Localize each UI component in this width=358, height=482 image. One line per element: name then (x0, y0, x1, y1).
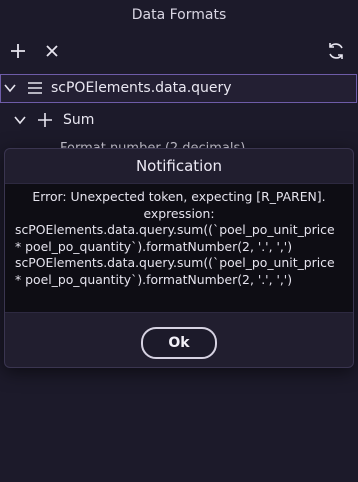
error-message-line: * poel_po_quantity`).formatNumber(2, '.'… (15, 238, 293, 254)
notification-dialog: Notification Error: Unexpected token, ex… (4, 148, 354, 368)
tree-item-root-label: scPOElements.data.query (51, 80, 232, 96)
error-message-line: expression: (143, 205, 215, 221)
window-title: Data Formats (131, 7, 227, 23)
window-title-bar: Data Formats (0, 0, 358, 30)
refresh-button[interactable] (324, 39, 348, 63)
error-message-line: scPOElements.data.query.sum((`poel_po_un… (15, 255, 335, 271)
plus-icon (37, 112, 53, 128)
ok-button[interactable]: Ok (141, 327, 217, 359)
close-icon (46, 45, 58, 57)
dialog-message: Error: Unexpected token, expecting [R_PA… (5, 183, 353, 313)
add-button[interactable] (6, 39, 30, 63)
tree-item-sum-label: Sum (63, 112, 95, 128)
list-icon (27, 81, 43, 95)
plus-icon (11, 44, 25, 58)
refresh-icon (329, 43, 343, 59)
error-message-line: scPOElements.data.query.sum((`poel_po_un… (15, 222, 335, 238)
error-message-line: * poel_po_quantity`).formatNumber(2, '.'… (15, 271, 293, 287)
error-message-line: Error: Unexpected token, expecting [R_PA… (32, 189, 326, 204)
tree-item-root[interactable]: scPOElements.data.query (0, 74, 357, 103)
remove-button[interactable] (40, 39, 64, 63)
dialog-title: Notification (135, 157, 223, 175)
tree-item-sum[interactable]: Sum (0, 106, 358, 134)
toolbar (0, 30, 358, 72)
chevron-down-icon[interactable] (13, 113, 27, 127)
chevron-down-icon[interactable] (3, 81, 17, 95)
